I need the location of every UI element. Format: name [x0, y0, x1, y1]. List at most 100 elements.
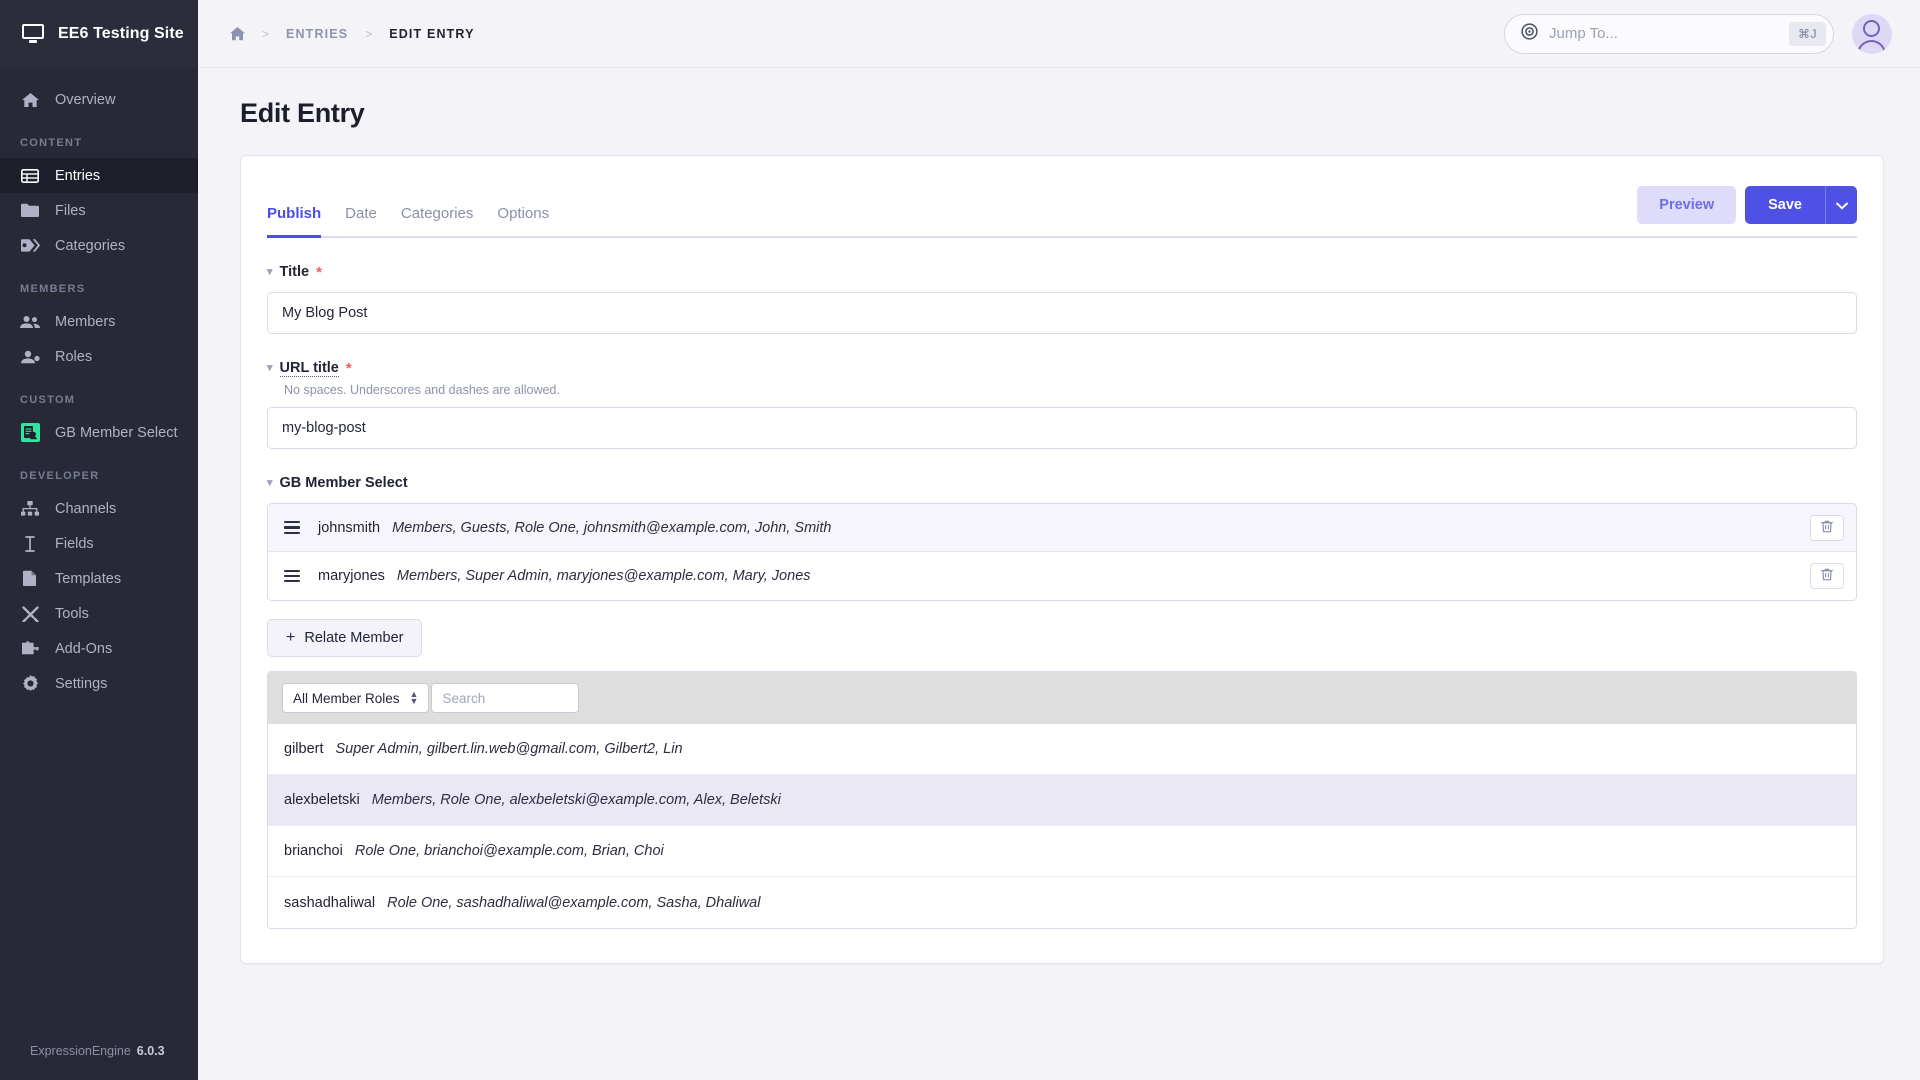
table-row[interactable]: johnsmith Members, Guests, Role One, joh… [268, 504, 1856, 552]
content-area: Edit Entry Publish Date Categories Optio… [198, 68, 1920, 1080]
sidebar-item-label: Entries [55, 167, 101, 184]
member-picker-filters: All Member Roles ▲ ▼ [268, 672, 1856, 724]
sidebar-item-fields[interactable]: Fields [0, 526, 198, 561]
list-item[interactable]: gilbert Super Admin, gilbert.lin.web@gma… [268, 724, 1856, 775]
avatar[interactable] [1852, 13, 1892, 54]
trash-icon [1821, 568, 1833, 584]
sidebar-footer: ExpressionEngine 6.0.3 [0, 1022, 198, 1080]
option-username: brianchoi [284, 843, 343, 859]
sidebar-item-label: Members [55, 313, 116, 330]
site-name: EE6 Testing Site [58, 25, 184, 42]
label-text: Title [279, 264, 310, 280]
tab-options[interactable]: Options [497, 205, 549, 236]
breadcrumb: > ENTRIES > EDIT ENTRY [230, 26, 475, 41]
sidebar-item-gb-member-select[interactable]: GB Member Select [0, 415, 198, 450]
sidebar-item-overview[interactable]: Overview [0, 82, 198, 117]
jump-to-search[interactable]: Jump To... ⌘J [1504, 13, 1834, 54]
table-icon [20, 168, 40, 183]
required-mark: * [316, 263, 322, 281]
breadcrumb-separator: > [262, 26, 270, 41]
tab-date[interactable]: Date [345, 205, 377, 236]
home-icon[interactable] [230, 26, 245, 41]
label-text: URL title [279, 360, 339, 377]
app-root: EE6 Testing Site Overview CONTENT Entrie… [0, 0, 1920, 1080]
preview-button[interactable]: Preview [1637, 186, 1737, 224]
option-username: gilbert [284, 741, 324, 757]
folder-icon [20, 203, 40, 218]
member-search-input[interactable] [431, 683, 580, 713]
field-gb-member-select: ▾ GB Member Select johnsmith Members, Gu… [267, 449, 1857, 929]
main-area: > ENTRIES > EDIT ENTRY Jump To... ⌘J Edi… [198, 0, 1920, 1080]
sidebar-item-label: Categories [55, 237, 126, 254]
save-options-button[interactable] [1825, 186, 1857, 224]
chevron-down-icon[interactable]: ▾ [267, 477, 273, 489]
sidebar-item-categories[interactable]: Categories [0, 228, 198, 263]
sidebar-item-tools[interactable]: Tools [0, 596, 198, 631]
sidebar-nav: Overview CONTENT Entries Files Categorie… [0, 68, 198, 1022]
field-gb-member-select-label: ▾ GB Member Select [267, 475, 1857, 491]
list-item[interactable]: alexbeletski Members, Role One, alexbele… [268, 775, 1856, 826]
jump-to-shortcut: ⌘J [1789, 21, 1826, 46]
relate-member-button[interactable]: + Relate Member [267, 619, 423, 657]
plus-icon: + [286, 629, 296, 646]
product-version: 6.0.3 [136, 1044, 165, 1058]
delete-related-button[interactable] [1810, 563, 1844, 589]
breadcrumb-item-entries[interactable]: ENTRIES [286, 27, 348, 41]
topbar-right: Jump To... ⌘J [1504, 13, 1892, 54]
field-url-title-label: ▾ URL title * [267, 360, 1857, 377]
title-input[interactable] [267, 292, 1857, 334]
table-row[interactable]: maryjones Members, Super Admin, maryjone… [268, 552, 1856, 600]
drag-handle-icon[interactable] [284, 521, 300, 534]
drag-handle-icon[interactable] [284, 569, 300, 583]
url-title-input[interactable] [267, 407, 1857, 449]
sidebar-item-label: Roles [55, 348, 93, 365]
sidebar-group-developer: DEVELOPER [20, 470, 100, 482]
chevron-down-icon[interactable]: ▾ [267, 363, 273, 374]
tag-icon [20, 238, 40, 253]
delete-related-button[interactable] [1810, 514, 1844, 541]
sidebar-item-label: Files [55, 202, 86, 219]
sidebar-item-channels[interactable]: Channels [0, 491, 198, 526]
save-button[interactable]: Save [1745, 186, 1825, 224]
person-badge-icon [20, 350, 40, 364]
field-title-label: ▾ Title * [267, 264, 1857, 280]
sidebar-item-label: Templates [55, 570, 122, 587]
sidebar-item-members[interactable]: Members [0, 304, 198, 339]
people-icon [20, 315, 40, 329]
required-mark: * [345, 360, 352, 377]
list-item[interactable]: sashadhaliwal Role One, sashadhaliwal@ex… [268, 877, 1856, 928]
tab-publish[interactable]: Publish [267, 205, 322, 238]
sidebar-item-settings[interactable]: Settings [0, 666, 198, 701]
tools-icon [20, 605, 40, 622]
chevron-down-icon[interactable]: ▾ [267, 266, 273, 278]
home-icon [20, 92, 40, 108]
sidebar-item-label: Add-Ons [55, 640, 113, 657]
label-text: GB Member Select [279, 475, 408, 491]
related-meta: Members, Guests, Role One, johnsmith@exa… [392, 519, 832, 536]
field-url-title-hint: No spaces. Underscores and dashes are al… [284, 383, 560, 397]
site-header[interactable]: EE6 Testing Site [0, 0, 198, 68]
sidebar-item-label: Fields [55, 535, 94, 552]
tab-categories[interactable]: Categories [401, 205, 474, 236]
list-item[interactable]: brianchoi Role One, brianchoi@example.co… [268, 826, 1856, 877]
sidebar-item-label: GB Member Select [55, 424, 178, 441]
gb-member-select-icon [20, 423, 40, 442]
member-picker: All Member Roles ▲▼ gilbert Super Admin,… [267, 671, 1857, 929]
field-title: ▾ Title * [267, 238, 1857, 334]
sidebar-item-templates[interactable]: Templates [0, 561, 198, 596]
sidebar-item-roles[interactable]: Roles [0, 339, 198, 374]
trash-icon [1821, 520, 1833, 536]
page-title: Edit Entry [240, 98, 365, 128]
member-role-filter-select[interactable]: All Member Roles ▲ ▼ [282, 683, 430, 713]
tab-bar: Publish Date Categories Options [267, 205, 549, 238]
option-meta: Members, Role One, alexbeletski@example.… [371, 792, 781, 808]
sidebar: EE6 Testing Site Overview CONTENT Entrie… [0, 0, 198, 1080]
member-picker-list: gilbert Super Admin, gilbert.lin.web@gma… [268, 724, 1856, 928]
text-cursor-icon [20, 535, 40, 552]
sidebar-item-label: Overview [55, 91, 116, 108]
sidebar-item-files[interactable]: Files [0, 193, 198, 228]
sidebar-item-add-ons[interactable]: Add-Ons [0, 631, 198, 666]
option-username: alexbeletski [284, 792, 360, 808]
sidebar-item-entries[interactable]: Entries [0, 158, 198, 193]
breadcrumb-item-current: EDIT ENTRY [389, 26, 475, 41]
